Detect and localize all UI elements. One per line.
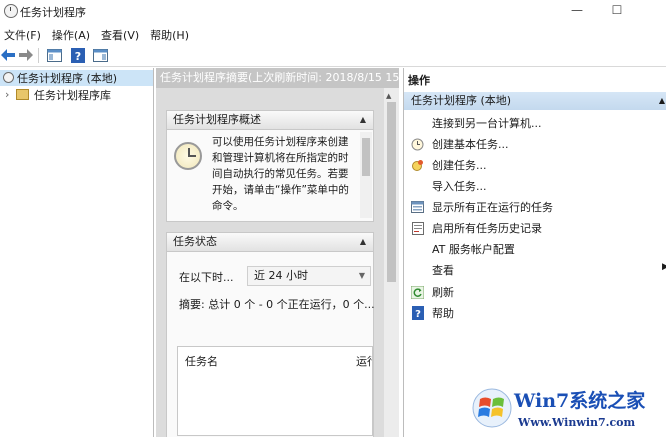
actions-group-header[interactable]: 任务计划程序 (本地) ▲ <box>404 92 666 110</box>
summary-pane: 任务计划程序摘要(上次刷新时间: 2018/8/15 15:44 任务计划程序概… <box>156 68 399 437</box>
maximize-button[interactable]: ☐ <box>606 2 628 18</box>
svg-text:?: ? <box>75 50 81 63</box>
time-range-label: 在以下时... <box>179 271 234 284</box>
task-scheduler-app-icon <box>4 4 18 18</box>
watermark-brand: Win7系统之家 <box>514 390 646 412</box>
show-hide-console-tree-icon[interactable] <box>46 47 62 63</box>
toolbar-separator <box>38 48 39 63</box>
menu-bar: 文件(F) 操作(A) 查看(V) 帮助(H) <box>0 24 666 42</box>
tree-item-task-library[interactable]: › 任务计划程序库 <box>0 87 153 103</box>
title-bar: 任务计划程序 — ☐ <box>0 0 666 22</box>
back-arrow-icon[interactable] <box>0 47 16 63</box>
menu-view[interactable]: 查看(V) <box>97 24 146 42</box>
column-header-task-name[interactable]: 任务名 <box>185 353 218 369</box>
time-range-select[interactable]: 近 24 小时 ▼ <box>247 266 371 286</box>
overview-scrollbar[interactable] <box>360 132 372 218</box>
forward-arrow-icon[interactable] <box>18 47 34 63</box>
action-refresh[interactable]: 刷新 <box>404 282 666 302</box>
task-status-list[interactable]: 任务名 运行 <box>177 346 373 436</box>
help-icon: ? <box>411 306 424 320</box>
overview-description: 可以使用任务计划程序来创建和管理计算机将在所指定的时间自动执行的常见任务。若要开… <box>212 136 349 212</box>
tree-item-label: 任务计划程序 (本地) <box>17 72 118 85</box>
refresh-icon <box>411 285 424 299</box>
time-range-value: 近 24 小时 <box>254 269 308 282</box>
tree-item-task-scheduler-local[interactable]: 任务计划程序 (本地) <box>0 70 153 86</box>
action-show-running-tasks[interactable]: 显示所有正在运行的任务 <box>404 197 666 217</box>
action-label: 刷新 <box>432 286 454 299</box>
task-scheduler-clock-icon <box>174 142 202 170</box>
collapse-up-icon[interactable]: ▲ <box>360 111 366 129</box>
action-label: 创建基本任务... <box>432 138 509 151</box>
scroll-up-icon[interactable]: ▲ <box>386 92 391 100</box>
action-enable-task-history[interactable]: 启用所有任务历史记录 <box>404 218 666 238</box>
folder-icon <box>16 89 29 100</box>
help-toolbar-icon[interactable]: ? <box>70 47 86 63</box>
summary-scrollbar[interactable]: ▲ <box>384 88 399 437</box>
create-basic-task-icon <box>411 138 424 151</box>
status-section-body: 在以下时... 近 24 小时 ▼ 摘要: 总计 0 个 - 0 个正在运行，0… <box>166 252 375 437</box>
collapse-up-icon[interactable]: ▲ <box>360 233 366 251</box>
svg-text:?: ? <box>415 309 421 320</box>
toolbar: ? <box>0 44 666 67</box>
clock-icon <box>3 72 14 83</box>
summary-header: 任务计划程序摘要(上次刷新时间: 2018/8/15 15:44 <box>156 68 399 88</box>
status-section-header[interactable]: 任务状态 ▲ <box>166 232 374 252</box>
collapse-up-icon[interactable]: ▲ <box>659 92 665 110</box>
action-label: AT 服务帐户配置 <box>432 243 515 256</box>
history-icon <box>411 221 424 235</box>
menu-file[interactable]: 文件(F) <box>0 24 48 42</box>
column-header-run[interactable]: 运行 <box>356 353 372 369</box>
action-label: 创建任务... <box>432 159 487 172</box>
window-title: 任务计划程序 <box>20 6 86 19</box>
console-tree: 任务计划程序 (本地) › 任务计划程序库 <box>0 68 154 437</box>
status-section-title: 任务状态 <box>173 235 217 248</box>
action-create-basic-task[interactable]: 创建基本任务... <box>404 134 666 154</box>
action-label: 导入任务... <box>432 180 487 193</box>
action-help[interactable]: ? 帮助 <box>404 303 666 323</box>
summary-scrollbar-thumb[interactable] <box>387 102 396 282</box>
overview-scrollbar-thumb[interactable] <box>362 138 370 176</box>
actions-group-label: 任务计划程序 (本地) <box>411 94 512 107</box>
actions-title: 操作 <box>408 74 430 87</box>
windows-logo-icon <box>472 388 512 428</box>
watermark-url: Www.Winwin7.com <box>518 416 636 429</box>
chevron-down-icon: ▼ <box>358 271 365 280</box>
action-label: 连接到另一台计算机... <box>432 117 542 130</box>
overview-section-header[interactable]: 任务计划程序概述 ▲ <box>166 110 374 130</box>
action-create-task[interactable]: 创建任务... <box>404 155 666 175</box>
create-task-icon <box>411 159 424 172</box>
action-import-task[interactable]: 导入任务... <box>404 176 666 196</box>
action-label: 显示所有正在运行的任务 <box>432 201 553 214</box>
action-label: 查看 <box>432 264 454 277</box>
tree-item-label: 任务计划程序库 <box>34 89 111 102</box>
overview-section-title: 任务计划程序概述 <box>173 113 261 126</box>
running-tasks-icon <box>411 201 424 214</box>
show-hide-action-pane-icon[interactable] <box>92 47 108 63</box>
menu-help[interactable]: 帮助(H) <box>146 24 196 42</box>
status-summary: 摘要: 总计 0 个 - 0 个正在运行，0 个... <box>179 298 375 311</box>
submenu-arrow-icon: ▶ <box>662 262 666 272</box>
overview-section-body: 可以使用任务计划程序来创建和管理计算机将在所指定的时间自动执行的常见任务。若要开… <box>166 130 374 222</box>
win7-watermark: Win7系统之家 Www.Winwin7.com <box>466 384 666 437</box>
minimize-button[interactable]: — <box>566 2 588 18</box>
expand-chevron-icon[interactable]: › <box>5 88 9 101</box>
action-label: 帮助 <box>432 307 454 320</box>
action-connect-computer[interactable]: 连接到另一台计算机... <box>404 113 666 133</box>
menu-action[interactable]: 操作(A) <box>48 24 97 42</box>
action-at-service-account[interactable]: AT 服务帐户配置 <box>404 239 666 259</box>
action-view[interactable]: 查看 ▶ <box>404 260 666 280</box>
actions-pane: 操作 任务计划程序 (本地) ▲ 连接到另一台计算机... 创建基本任务... … <box>403 68 666 437</box>
action-label: 启用所有任务历史记录 <box>432 222 542 235</box>
